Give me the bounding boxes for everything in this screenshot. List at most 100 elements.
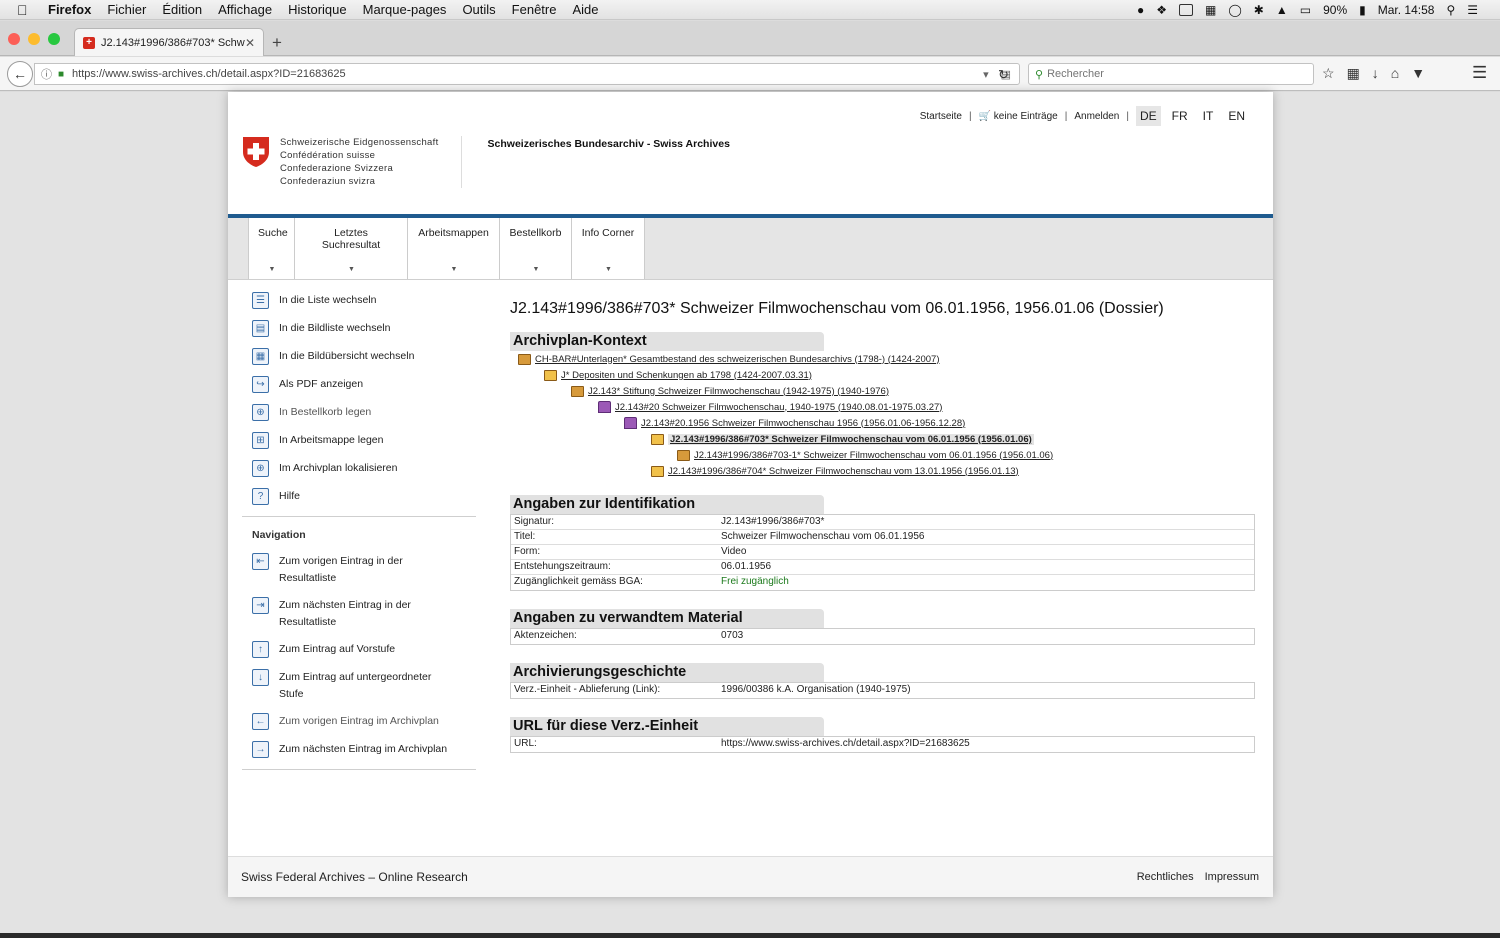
search-icon: ⚲ <box>1035 68 1044 81</box>
status-tray: ● ❖ ▦ ◯ ✱ ▲ ▭ 90% ▮ Mar. 14:58 ⚲ ☰ <box>1137 3 1500 17</box>
action-add-to-cart[interactable]: ⊕ In Bestellkorb legen <box>242 404 476 422</box>
screen-icon[interactable] <box>1179 3 1194 16</box>
nav-prev-archive[interactable]: ← Zum vorigen Eintrag im Archivplan <box>242 713 476 731</box>
navigation-heading: Navigation <box>252 529 306 541</box>
help-icon: ? <box>252 488 269 505</box>
menu-suche[interactable]: Suche ▼ <box>248 218 295 279</box>
timer-icon[interactable]: ◯ <box>1228 3 1241 17</box>
browser-navbar: ← ⓘ ■ https://www.swiss-archives.ch/deta… <box>0 57 1500 91</box>
tree-link[interactable]: J2.143#1996/386#703* Schweizer Filmwoche… <box>668 433 1034 445</box>
back-button[interactable]: ← <box>7 61 33 87</box>
home-link[interactable]: Startseite <box>920 111 962 122</box>
lang-it[interactable]: IT <box>1199 106 1218 126</box>
tree-link[interactable]: J* Depositen und Schenkungen ab 1798 (14… <box>561 370 812 381</box>
library-icon[interactable]: ▦ <box>1347 65 1360 82</box>
info-icon[interactable]: ⓘ <box>41 66 52 82</box>
browser-tab[interactable]: + J2.143#1996/386#703* Schw ✕ <box>74 28 264 56</box>
pdf-icon: ↪ <box>252 376 269 393</box>
bookmark-star-icon[interactable]: ☆ <box>1322 65 1335 82</box>
menu-edition[interactable]: Édition <box>162 2 202 17</box>
imprint-link[interactable]: Impressum <box>1205 871 1259 883</box>
apps-icon[interactable]: ▦ <box>1205 3 1216 17</box>
airplay-icon[interactable]: ▭ <box>1300 3 1311 17</box>
dossier-icon <box>651 465 664 477</box>
wifi-icon[interactable]: ▲ <box>1276 3 1288 17</box>
nav-prev-result[interactable]: ⇤ Zum vorigen Eintrag in der Resultatlist… <box>242 553 476 587</box>
action-image-list-view[interactable]: ▤ In die Bildliste wechseln <box>242 320 476 338</box>
notification-center-icon[interactable]: ☰ <box>1467 3 1478 17</box>
permalink[interactable]: https://www.swiss-archives.ch/detail.asp… <box>721 737 970 752</box>
menu-aide[interactable]: Aide <box>572 2 598 17</box>
menu-fichier[interactable]: Fichier <box>107 2 146 17</box>
menu-outils[interactable]: Outils <box>462 2 495 17</box>
lang-de[interactable]: DE <box>1135 106 1161 126</box>
search-box[interactable]: ⚲ <box>1028 63 1314 85</box>
menu-marque-pages[interactable]: Marque-pages <box>363 2 447 17</box>
search-input[interactable] <box>1047 68 1288 80</box>
lang-fr[interactable]: FR <box>1168 106 1192 126</box>
url-text[interactable]: https://www.swiss-archives.ch/detail.asp… <box>72 68 346 80</box>
battery-icon[interactable]: ▮ <box>1359 3 1366 17</box>
nav-child-level[interactable]: ↓ Zum Eintrag auf untergeordneter Stufe <box>242 669 476 703</box>
menu-letztes-suchresultat[interactable]: Letztes Suchresultat ▼ <box>295 218 408 279</box>
action-show-pdf[interactable]: ↪ Als PDF anzeigen <box>242 376 476 394</box>
swiss-shield-icon[interactable] <box>242 136 270 168</box>
menu-historique[interactable]: Historique <box>288 2 347 17</box>
close-tab-icon[interactable]: ✕ <box>245 36 255 50</box>
tree-node: J* Depositen und Schenkungen ab 1798 (14… <box>510 367 1256 383</box>
menu-bestellkorb[interactable]: Bestellkorb ▼ <box>500 218 572 279</box>
chevron-down-icon: ▼ <box>532 266 540 273</box>
dock-edge <box>0 933 1500 938</box>
chevron-down-icon: ▼ <box>348 266 355 273</box>
menu-fenetre[interactable]: Fenêtre <box>512 2 557 17</box>
url-bar[interactable]: ⓘ ■ https://www.swiss-archives.ch/detail… <box>34 63 1020 85</box>
legal-link[interactable]: Rechtliches <box>1137 871 1194 883</box>
tree-link[interactable]: J2.143#1996/386#703-1* Schweizer Filmwoc… <box>694 450 1053 461</box>
battery-level: 90% <box>1323 2 1348 17</box>
download-icon[interactable]: ↓ <box>1372 65 1379 82</box>
lock-icon[interactable]: ■ <box>58 69 64 80</box>
nav-next-archive[interactable]: → Zum nächsten Eintrag im Archivplan <box>242 741 476 759</box>
new-tab-button[interactable]: + <box>272 33 282 53</box>
reload-icon[interactable]: ↻ <box>998 67 1009 83</box>
pocket-icon[interactable]: ▼ <box>1411 65 1425 82</box>
bluetooth-icon[interactable]: ✱ <box>1254 3 1264 17</box>
menu-affichage[interactable]: Affichage <box>218 2 272 17</box>
archive-tree: CH-BAR#Unterlagen* Gesamtbestand des sch… <box>510 351 1256 479</box>
menu-arbeitsmappen[interactable]: Arbeitsmappen ▼ <box>408 218 500 279</box>
table-row: Aktenzeichen: 0703 <box>514 630 744 641</box>
tree-link[interactable]: J2.143#20 Schweizer Filmwochenschau, 194… <box>615 402 942 413</box>
login-link[interactable]: Anmelden <box>1074 111 1119 122</box>
tree-link[interactable]: J2.143* Stiftung Schweizer Filmwochensch… <box>588 386 889 397</box>
menu-app[interactable]: Firefox <box>48 2 91 17</box>
ablieferung-link[interactable]: 1996/00386 k.A. Organisation (1940-1975) <box>721 683 911 698</box>
archive-box-icon <box>518 353 531 365</box>
nav-next-result[interactable]: ⇥ Zum nächsten Eintrag in der Resultatlis… <box>242 597 476 631</box>
action-add-to-folder[interactable]: ⊞ In Arbeitsmappe legen <box>242 432 476 450</box>
action-list-view[interactable]: ☰ In die Liste wechseln <box>242 292 476 310</box>
menu-info-corner[interactable]: Info Corner ▼ <box>572 218 645 279</box>
dropbox-icon[interactable]: ❖ <box>1156 3 1167 17</box>
action-locate-in-plan[interactable]: ⊕ Im Archivplan lokalisieren <box>242 460 476 478</box>
action-image-overview[interactable]: ▦ In die Bildübersicht wechseln <box>242 348 476 366</box>
home-icon[interactable]: ⌂ <box>1391 65 1399 82</box>
spotlight-icon[interactable]: ⚲ <box>1446 3 1455 17</box>
lang-en[interactable]: EN <box>1224 106 1249 126</box>
sync-icon[interactable]: ● <box>1137 3 1144 17</box>
arrow-up-icon: ↑ <box>252 641 269 658</box>
table-row: Zugänglichkeit gemäss BGA: Frei zugänglic… <box>514 576 789 587</box>
minimize-window-button[interactable] <box>28 33 40 45</box>
clock[interactable]: Mar. 14:58 <box>1378 3 1435 17</box>
tree-link[interactable]: CH-BAR#Unterlagen* Gesamtbestand des sch… <box>535 354 939 365</box>
close-window-button[interactable] <box>8 33 20 45</box>
action-help[interactable]: ? Hilfe <box>242 488 476 506</box>
apple-icon[interactable]:  <box>17 2 33 18</box>
archive-box-icon <box>677 449 690 461</box>
dropdown-icon[interactable]: ▾ <box>983 68 989 81</box>
hamburger-menu-icon[interactable]: ☰ <box>1472 63 1487 83</box>
tree-link[interactable]: J2.143#20.1956 Schweizer Filmwochenschau… <box>641 418 965 429</box>
nav-parent-level[interactable]: ↑ Zum Eintrag auf Vorstufe <box>242 641 476 659</box>
zoom-window-button[interactable] <box>48 33 60 45</box>
cart-link[interactable]: 🛒 keine Einträge <box>979 111 1058 122</box>
tree-link[interactable]: J2.143#1996/386#704* Schweizer Filmwoche… <box>668 466 1019 477</box>
